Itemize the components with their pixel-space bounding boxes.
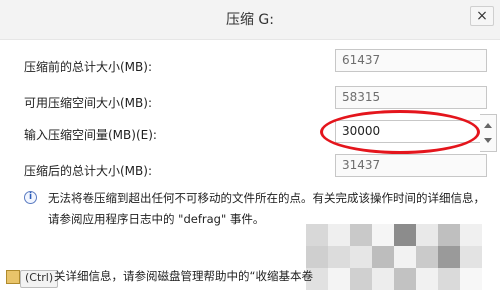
info-icon: i — [24, 191, 37, 204]
total-after-value: 31437 — [335, 154, 487, 177]
close-button[interactable]: × — [470, 6, 494, 26]
spinner-arrows-icon[interactable] — [480, 114, 497, 152]
shrink-amount-label: 输入压缩空间量(MB)(E): — [24, 128, 157, 142]
highlight-ring — [320, 110, 480, 154]
available-shrink-value: 58315 — [335, 86, 487, 109]
ctrl-tag[interactable]: (Ctrl) — [20, 270, 59, 288]
total-after-label: 压缩后的总计大小(MB): — [24, 164, 152, 178]
title-bar: 压缩 G: × — [0, 0, 500, 40]
spinner-arrows-svg — [484, 123, 492, 143]
total-before-label: 压缩前的总计大小(MB): — [24, 60, 152, 74]
clipboard-icon — [6, 270, 20, 284]
shrink-dialog: 压缩 G: × 压缩前的总计大小(MB): 61437 可用压缩空间大小(MB)… — [0, 0, 500, 290]
available-shrink-label: 可用压缩空间大小(MB): — [24, 96, 152, 110]
total-before-value: 61437 — [335, 49, 487, 72]
pixelated-region — [306, 224, 500, 290]
dialog-title: 压缩 G: — [225, 12, 274, 28]
close-icon: × — [476, 8, 488, 24]
help-link-text[interactable]: 关详细信息，请参阅磁盘管理帮助中的“收缩基本卷 — [54, 268, 313, 284]
